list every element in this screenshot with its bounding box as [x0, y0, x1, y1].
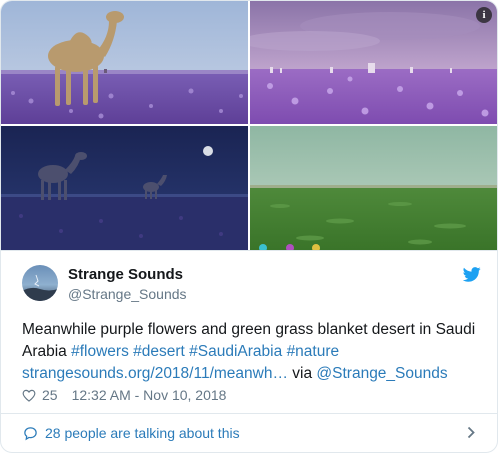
photo-camel-purple-field[interactable] — [1, 1, 248, 124]
hashtag-desert-link[interactable]: #desert — [133, 343, 185, 360]
twitter-bird-icon[interactable] — [463, 267, 481, 282]
via-mention-link[interactable]: @Strange_Sounds — [316, 365, 447, 382]
conversation-link[interactable]: 28 people are talking about this — [1, 414, 497, 452]
hashtag-saudiarabia-link[interactable]: #SaudiArabia — [189, 343, 282, 360]
author-handle[interactable]: @Strange_Sounds — [68, 286, 187, 302]
tweet-text: Meanwhile purple flowers and green grass… — [22, 319, 482, 385]
info-icon[interactable]: i — [476, 7, 492, 23]
photo-grid: i — [1, 1, 497, 250]
media-divider — [1, 250, 497, 251]
article-url-link[interactable]: strangesounds.org/2018/11/meanwh… — [22, 365, 288, 382]
chevron-right-icon — [467, 426, 475, 439]
talking-count-text: 28 people are talking about this — [45, 425, 240, 441]
photo-purple-meadow-dusk[interactable]: i — [250, 1, 497, 124]
embedded-tweet-card: i Strange Sounds @Strange_Sounds Meanwhi… — [0, 0, 498, 453]
via-label: via — [287, 365, 317, 382]
heart-icon[interactable] — [22, 389, 36, 402]
author-name[interactable]: Strange Sounds — [68, 266, 183, 283]
like-count[interactable]: 25 — [42, 387, 58, 403]
hashtag-nature-link[interactable]: #nature — [287, 343, 340, 360]
photo-camels-night-moon[interactable] — [1, 126, 248, 250]
photo-green-grass-plain[interactable] — [250, 126, 497, 250]
author-avatar[interactable] — [22, 265, 58, 301]
hashtag-flowers-link[interactable]: #flowers — [71, 343, 129, 360]
tweet-meta: 25 12:32 AM - Nov 10, 2018 — [22, 386, 226, 404]
tweet-timestamp[interactable]: 12:32 AM - Nov 10, 2018 — [72, 387, 227, 403]
speech-bubble-icon — [24, 426, 37, 440]
